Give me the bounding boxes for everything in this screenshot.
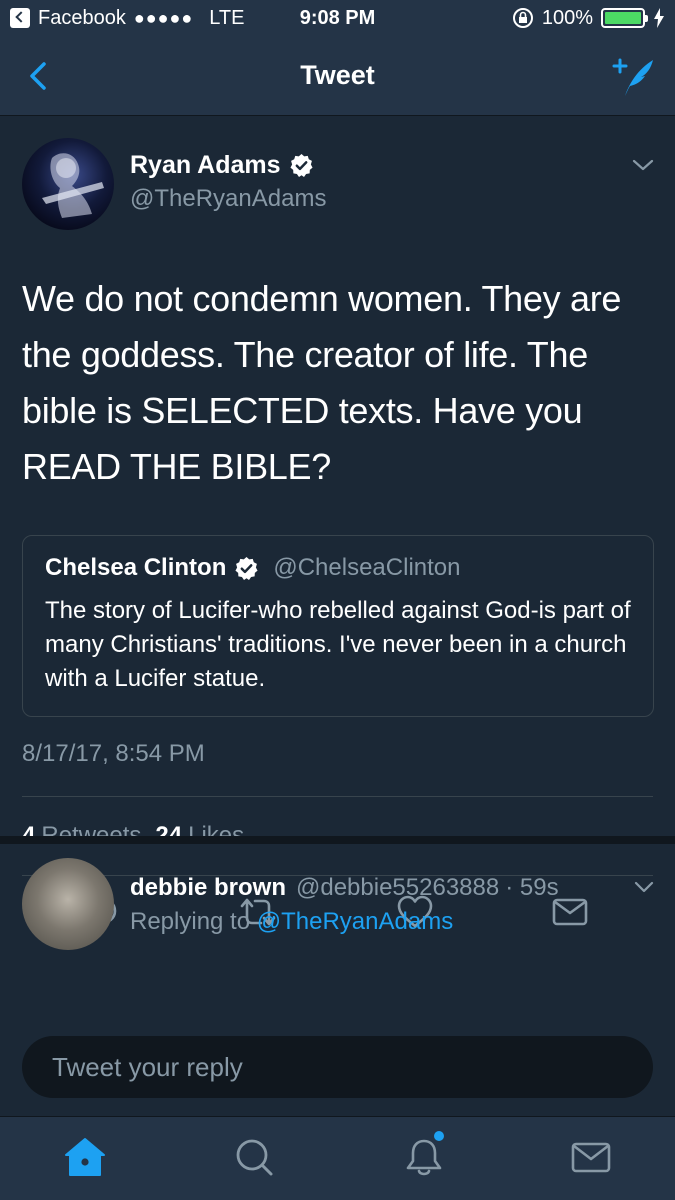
verified-badge-icon [289, 154, 313, 177]
status-bar: Facebook ●●●●● LTE 9:08 PM 100% [0, 0, 675, 36]
reply-time: · 59s [505, 874, 559, 901]
battery-percent: 100% [541, 6, 593, 29]
section-separator [0, 836, 675, 844]
charging-icon [654, 8, 664, 28]
verified-badge-icon [235, 556, 258, 580]
avatar[interactable] [22, 138, 114, 230]
reply-tweet[interactable]: debbie brown @debbie55263888 · 59s Reply… [0, 844, 675, 1020]
messages-icon[interactable] [569, 1135, 613, 1179]
search-icon[interactable] [232, 1135, 276, 1179]
reply-author-name[interactable]: debbie brown [130, 874, 286, 902]
nav-bar: Tweet [0, 36, 675, 116]
notifications-icon[interactable] [402, 1131, 446, 1179]
avatar[interactable] [22, 858, 114, 950]
author-handle[interactable]: @TheRyanAdams [130, 185, 326, 213]
reply-author-handle[interactable]: @debbie55263888 [296, 874, 499, 902]
quoted-author-handle: @ChelseaClinton [273, 554, 461, 581]
back-app-label[interactable]: Facebook [38, 7, 126, 30]
battery-icon [601, 8, 648, 28]
signal-strength-icon: ●●●●● [133, 7, 194, 28]
divider [22, 796, 653, 797]
orientation-lock-icon [512, 8, 533, 28]
page-title: Tweet [300, 60, 375, 90]
author-name[interactable]: Ryan Adams [130, 151, 281, 180]
home-icon[interactable] [63, 1135, 107, 1179]
reply-input[interactable] [22, 1036, 653, 1098]
quoted-tweet[interactable]: Chelsea Clinton @ChelseaClinton The stor… [22, 535, 654, 717]
replying-to-label: Replying to [130, 908, 251, 935]
back-to-app-icon[interactable] [10, 8, 30, 28]
chevron-down-icon[interactable] [631, 157, 655, 173]
quoted-tweet-text: The story of Lucifer-who rebelled agains… [45, 597, 631, 692]
reply-composer [0, 1020, 675, 1116]
tweet-text: We do not condemn women. They are the go… [22, 278, 622, 487]
tweet-timestamp: 8/17/17, 8:54 PM [22, 740, 205, 767]
replying-to: Replying to @TheRyanAdams [130, 908, 453, 936]
tab-bar [0, 1116, 675, 1200]
author-name-row[interactable]: Ryan Adams [130, 151, 314, 180]
carrier-label: LTE [209, 6, 245, 29]
replying-to-handle[interactable]: @TheRyanAdams [257, 908, 453, 935]
chevron-down-icon[interactable] [633, 880, 655, 894]
notification-dot [434, 1131, 444, 1141]
compose-tweet-icon[interactable] [611, 54, 657, 100]
chevron-left-icon[interactable] [22, 58, 58, 94]
quoted-author-name: Chelsea Clinton [45, 554, 227, 581]
